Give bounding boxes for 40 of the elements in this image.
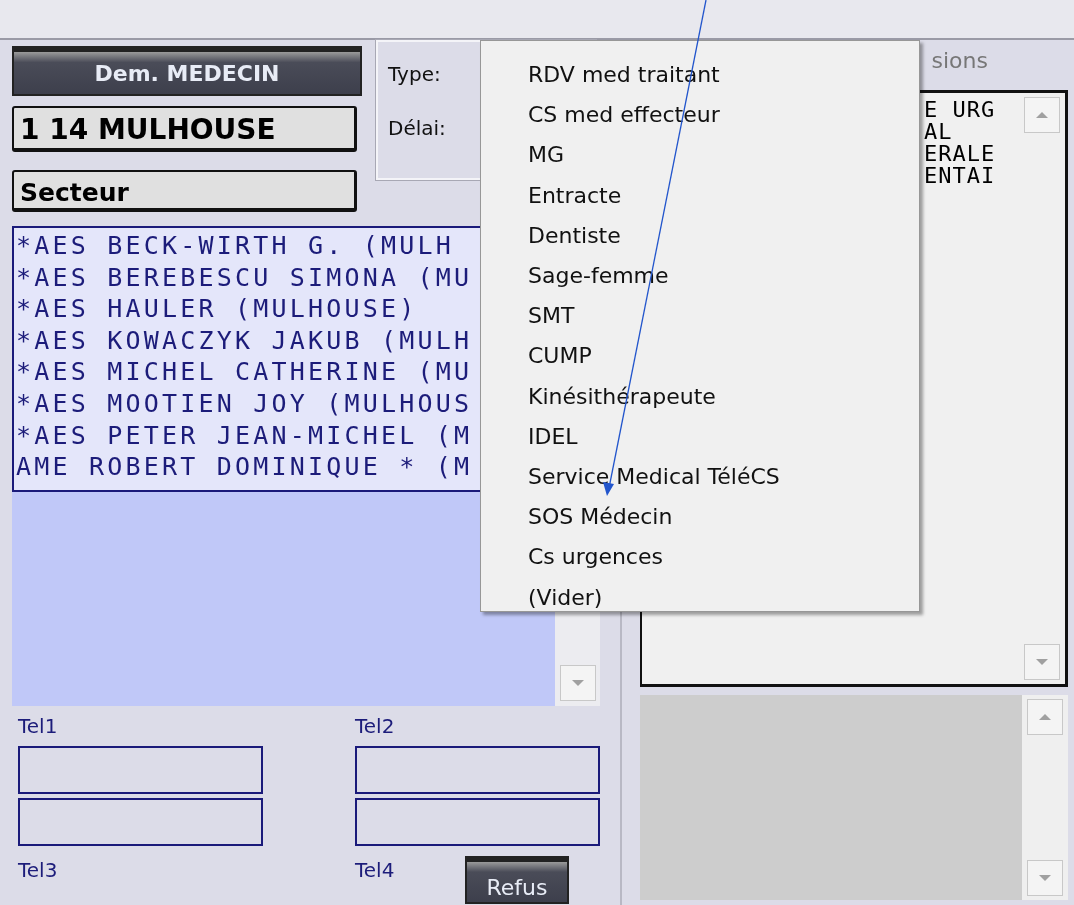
- phone-label: Tel4: [355, 858, 395, 882]
- phone-input[interactable]: [18, 746, 263, 794]
- list-item[interactable]: ENTAI: [924, 165, 1019, 187]
- menu-item[interactable]: SOS Médecin: [528, 497, 919, 538]
- scroll-down-button[interactable]: [1027, 860, 1063, 896]
- doctor-request-button[interactable]: Dem. MEDECIN: [12, 46, 362, 96]
- up-arrow-icon: [1038, 713, 1052, 721]
- phone-label: Tel1: [18, 714, 58, 738]
- menu-item[interactable]: SMT: [528, 296, 919, 337]
- menu-item[interactable]: Entracte: [528, 175, 919, 216]
- refuse-button[interactable]: Refus: [465, 856, 569, 904]
- menu-item[interactable]: MG: [528, 135, 919, 176]
- menu-item[interactable]: IDEL: [528, 416, 919, 458]
- phone-input[interactable]: [18, 798, 263, 846]
- down-arrow-icon: [1035, 658, 1049, 666]
- panel-header: sions: [931, 47, 988, 75]
- menu-item[interactable]: Service Medical TéléCS: [528, 457, 919, 498]
- phone-input[interactable]: [355, 798, 600, 846]
- menu-item[interactable]: CUMP: [528, 336, 919, 377]
- type-label: Type:: [388, 62, 441, 86]
- menu-item[interactable]: (Vider): [528, 577, 919, 618]
- down-arrow-icon: [570, 679, 585, 687]
- menu-item[interactable]: Cs urgences: [528, 537, 919, 578]
- menu-item[interactable]: Dentiste: [528, 215, 919, 256]
- scroll-down-button[interactable]: [1024, 644, 1060, 680]
- list-item[interactable]: ERALE: [924, 143, 1019, 165]
- up-arrow-icon: [1035, 111, 1049, 119]
- phone-label: Tel3: [18, 858, 58, 882]
- down-arrow-icon: [1038, 874, 1052, 882]
- list-item[interactable]: AL: [924, 121, 1019, 143]
- location-field[interactable]: 1 14 MULHOUSE: [12, 106, 357, 152]
- scroll-up-button[interactable]: [1024, 97, 1060, 133]
- list-item[interactable]: E URG: [924, 99, 1019, 121]
- delay-label: Délai:: [388, 116, 446, 140]
- phone-input[interactable]: [355, 746, 600, 794]
- scrollbar[interactable]: [1022, 695, 1068, 900]
- scroll-up-button[interactable]: [1027, 699, 1063, 735]
- sector-field[interactable]: Secteur: [12, 170, 357, 212]
- phone-label: Tel2: [355, 714, 395, 738]
- scroll-down-button[interactable]: [559, 665, 596, 701]
